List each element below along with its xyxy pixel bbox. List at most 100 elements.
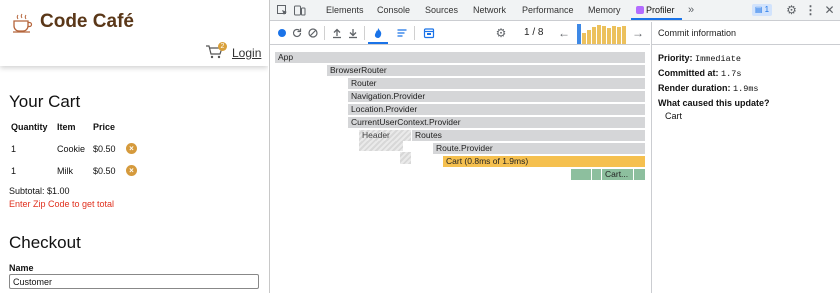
close-icon[interactable]: ✕ [823,4,836,17]
update-cause-heading: What caused this update? [658,98,770,108]
timeline-view-icon[interactable] [423,27,435,39]
flamegraph-node-cart-child[interactable] [571,169,591,180]
priority-label: Priority: [658,53,693,63]
brand-title[interactable]: Code Café [40,11,134,33]
commit-bar[interactable] [592,27,596,44]
toolbar-divider [324,26,325,40]
zip-code-warning: Enter Zip Code to get total [9,199,115,209]
toolbar-divider [364,26,365,40]
inspect-element-icon[interactable] [276,4,289,17]
devtools-tab-bar: Elements Console Sources Network Perform… [270,0,840,21]
device-toolbar-icon[interactable] [293,4,306,17]
commit-bar[interactable] [597,25,601,44]
message-count: 1 [764,5,770,14]
next-commit-arrow-icon[interactable]: → [632,27,644,39]
tab-performance[interactable]: Performance [522,0,574,20]
name-input[interactable] [9,274,259,289]
message-icon: ▤ [754,5,765,14]
checkout-heading: Checkout [9,233,81,252]
update-cause-item[interactable]: Cart [665,111,682,121]
profiler-toolbar: ⚙ 1 / 8 ← → [270,22,650,45]
tab-memory[interactable]: Memory [588,0,621,20]
subtotal-text: Subtotal: $1.00 [9,186,70,196]
flamegraph-node-header[interactable]: Header [359,130,411,141]
commit-selector-chart[interactable] [577,23,627,44]
settings-gear-icon[interactable]: ⚙ [785,4,798,17]
commit-bar-selected[interactable] [577,24,581,44]
render-duration-value: 1.9ms [733,84,759,94]
remove-item-button[interactable]: × [126,143,137,154]
flamegraph-view-icon[interactable] [372,27,384,39]
flamegraph-node-browserrouter[interactable]: BrowserRouter [327,65,645,76]
more-options-icon[interactable]: ⋮ [804,4,817,17]
flamegraph-node-app[interactable]: App [275,52,645,63]
flamegraph-node-header-leaf[interactable] [400,152,411,164]
row-quantity: 1 [11,166,17,176]
commit-information-panel: Commit information Priority: Immediate C… [651,22,840,293]
flamegraph-node-navigation-provider[interactable]: Navigation.Provider [348,91,645,102]
committed-at-label: Committed at: [658,68,719,78]
tab-profiler[interactable]: Profiler [631,0,682,20]
load-profile-icon[interactable] [331,27,343,39]
tab-network[interactable]: Network [473,0,506,20]
commit-counter: 1 / 8 [524,27,544,38]
previous-commit-arrow-icon[interactable]: ← [558,27,570,39]
update-cause-label: What caused this update? [658,98,770,108]
record-icon[interactable] [276,27,288,39]
messages-badge[interactable]: ▤ 1 [752,4,772,16]
flamegraph-node-cart-item[interactable]: Cart... [602,169,633,180]
tab-sources[interactable]: Sources [425,0,458,20]
active-view-indicator [368,42,388,44]
flamegraph-node-cart[interactable]: Cart (0.8ms of 1.9ms) [443,156,645,167]
tab-profiler-label: Profiler [646,5,675,15]
cart-heading: Your Cart [9,92,81,111]
commit-bar[interactable] [612,26,616,44]
remove-item-button[interactable]: × [126,165,137,176]
commit-bar[interactable] [622,26,626,44]
flamegraph-chart: App BrowserRouter Router Navigation.Prov… [275,50,647,185]
cart-count-badge: 2 [218,42,227,51]
committed-at-value: 1.7s [721,69,742,79]
priority-row: Priority: Immediate [658,53,741,64]
tab-elements[interactable]: Elements [326,0,364,20]
app-header: Code Café 2 Login [0,0,268,66]
commit-bar[interactable] [587,30,591,44]
app-viewport: Code Café 2 Login Your Cart Quantity Ite… [0,0,268,293]
ranked-view-icon[interactable] [396,27,408,39]
commit-bar[interactable] [602,26,606,44]
row-item: Cookie [57,144,86,154]
flamegraph-node-route-provider[interactable]: Route.Provider [433,143,645,154]
commit-bar[interactable] [582,33,586,44]
commit-bar[interactable] [607,28,611,44]
profiler-settings-gear-icon[interactable]: ⚙ [495,27,507,39]
commit-information-title: Commit information [652,22,840,45]
profiler-logo-icon [636,6,644,14]
flamegraph-node-header-child[interactable] [359,141,403,151]
row-item: Milk [57,166,73,176]
flamegraph-node-router[interactable]: Router [348,78,645,89]
flamegraph-node-cart-child[interactable] [634,169,645,180]
coffee-cup-icon [13,13,33,33]
committed-at-row: Committed at: 1.7s [658,68,741,79]
reload-and-profile-icon[interactable] [291,27,303,39]
column-header-item: Item [57,122,76,132]
login-link[interactable]: Login [232,46,261,60]
flamegraph-node-routes[interactable]: Routes [412,130,645,141]
row-price: $0.50 [93,144,116,154]
column-header-quantity: Quantity [11,122,48,132]
save-profile-icon[interactable] [347,27,359,39]
column-header-price: Price [93,122,116,132]
flamegraph-node-location-provider[interactable]: Location.Provider [348,104,645,115]
name-field-label: Name [9,263,34,273]
devtools-panel: Elements Console Sources Network Perform… [269,0,840,293]
priority-value: Immediate [695,54,741,64]
render-duration-label: Render duration: [658,83,731,93]
tab-console[interactable]: Console [377,0,410,20]
flamegraph-node-cart-child[interactable] [592,169,601,180]
more-tabs-chevron-icon[interactable]: » [688,0,694,20]
flamegraph-node-currentusercontext-provider[interactable]: CurrentUserContext.Provider [348,117,645,128]
clear-profile-icon[interactable] [307,27,319,39]
render-duration-row: Render duration: 1.9ms [658,83,759,94]
commit-bar[interactable] [617,27,621,44]
row-price: $0.50 [93,166,116,176]
